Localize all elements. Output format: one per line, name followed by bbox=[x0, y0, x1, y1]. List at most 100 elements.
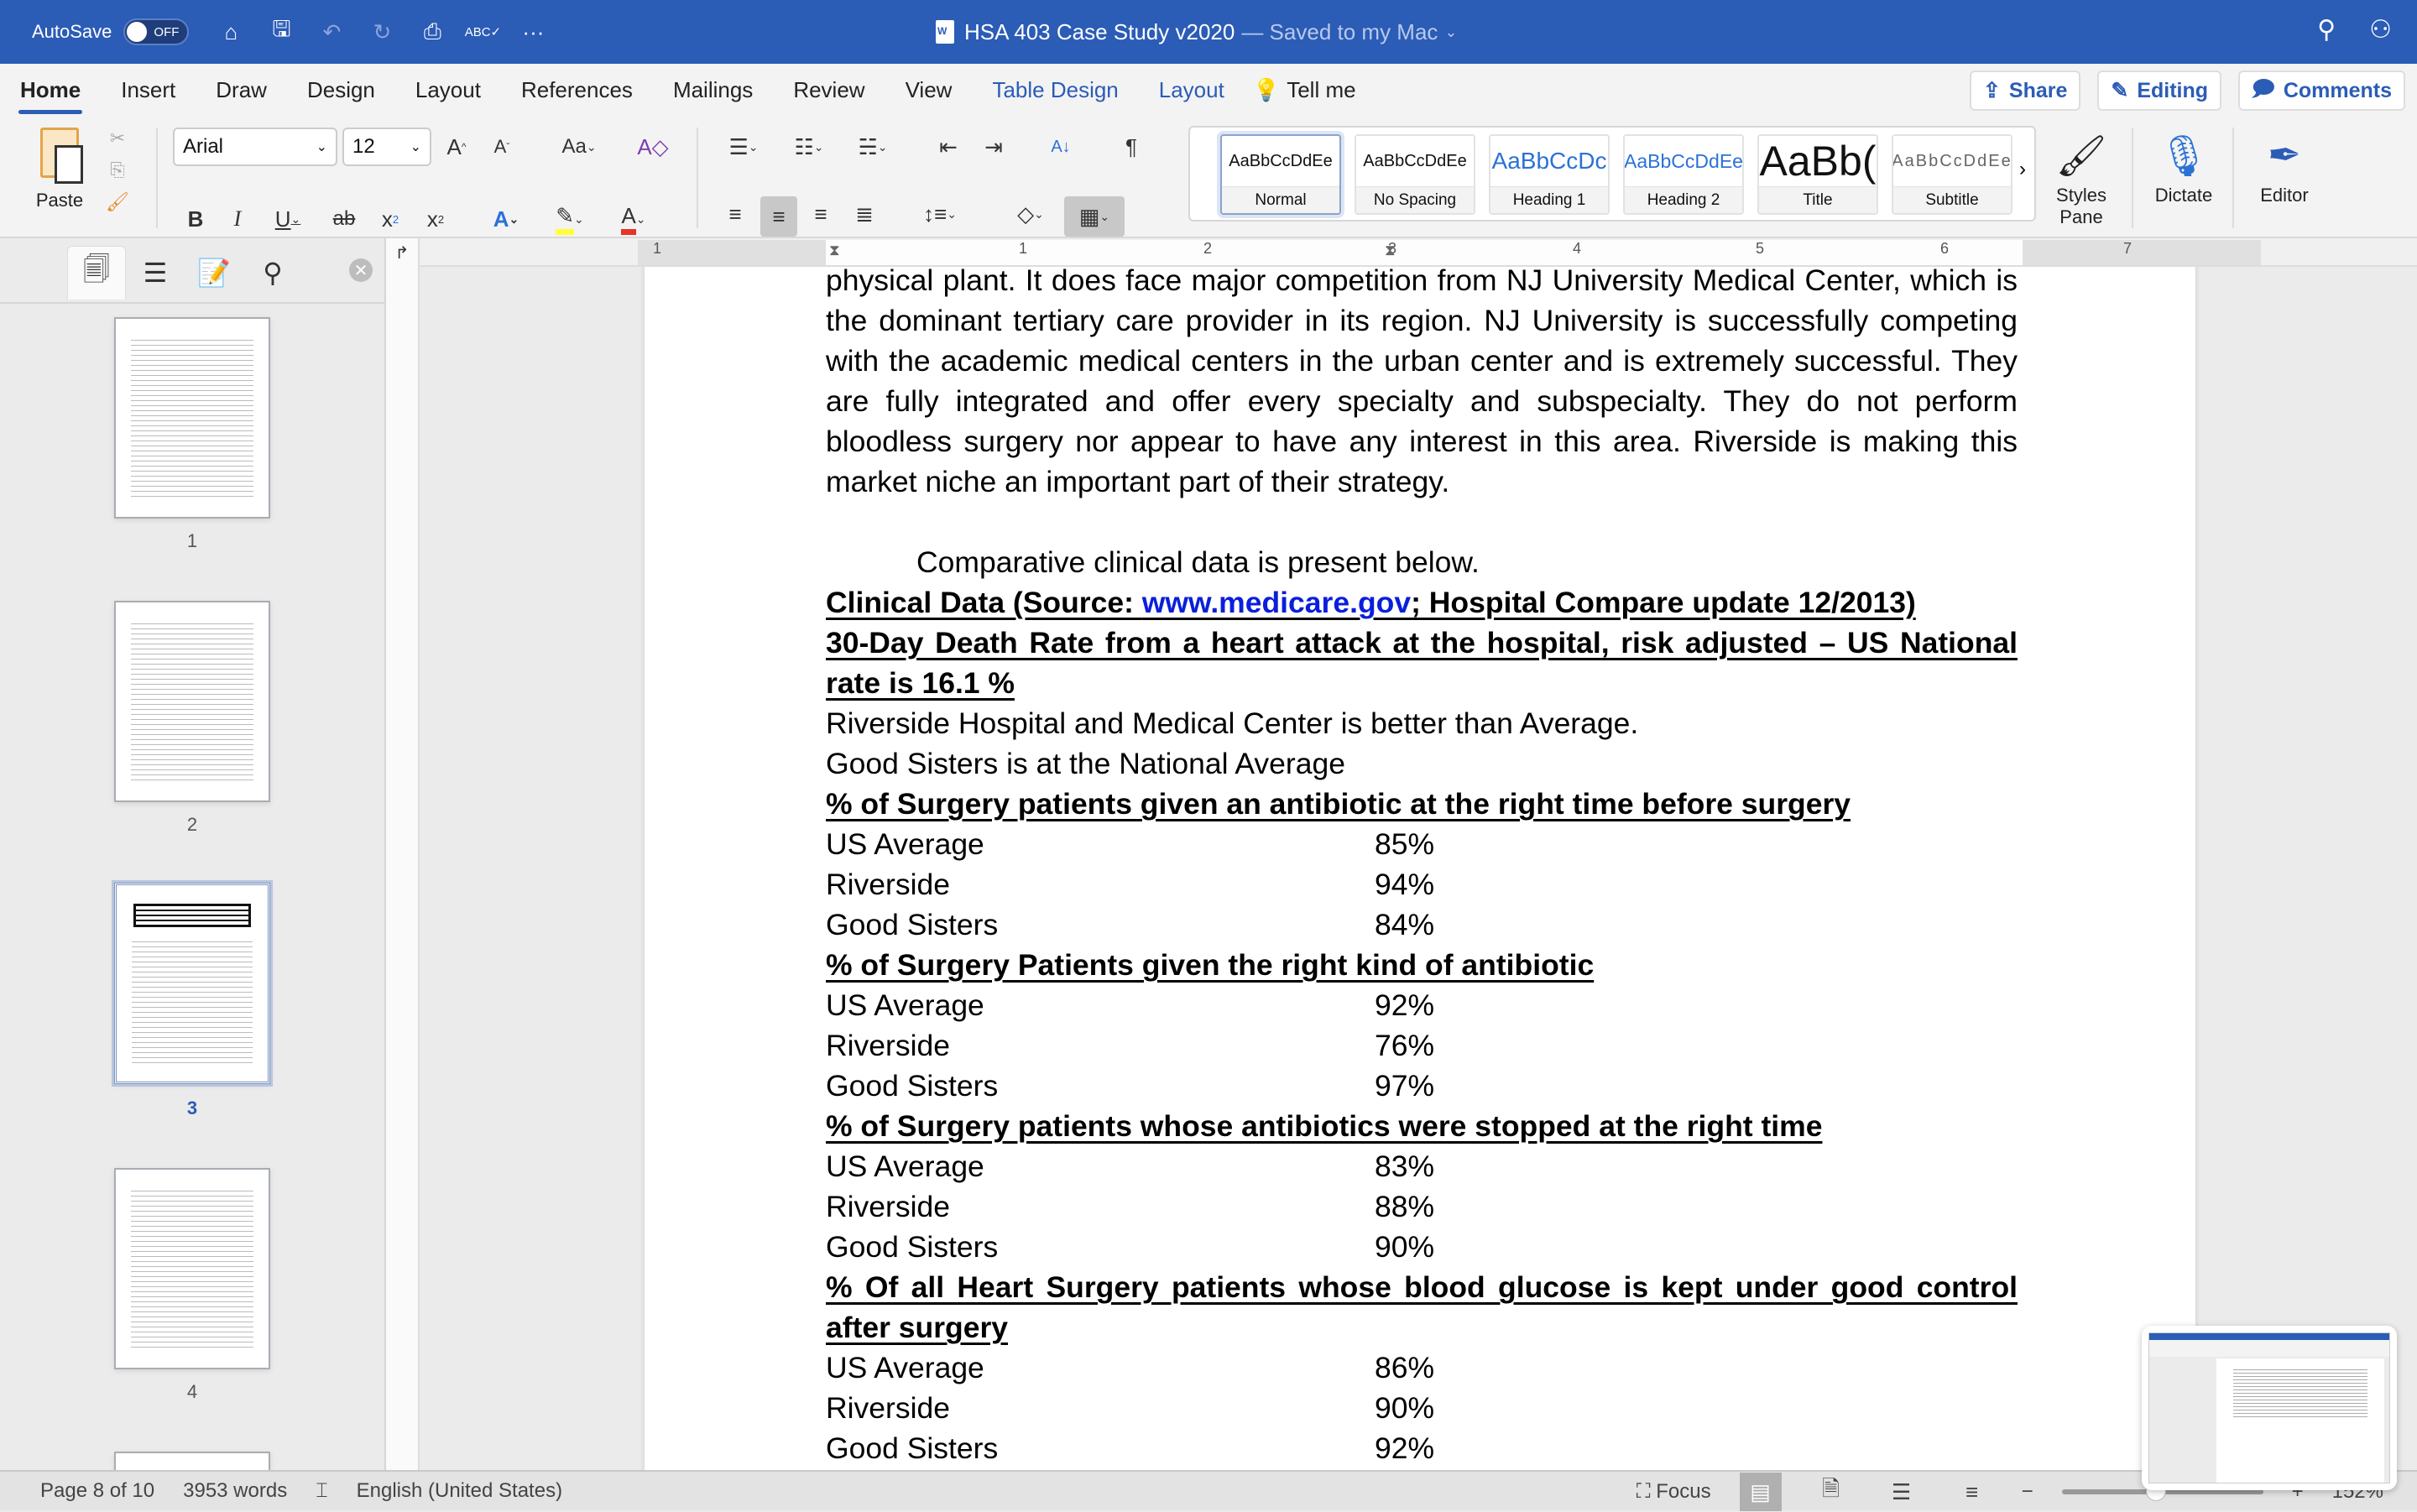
document-canvas[interactable]: physical plant. It does face major compe… bbox=[421, 267, 2417, 1470]
dictate-button[interactable]: 🎙 Dictate bbox=[2145, 126, 2222, 206]
outline-view-icon[interactable]: ☰ bbox=[1881, 1473, 1923, 1511]
copy-icon[interactable]: ⎘ bbox=[101, 159, 134, 191]
grow-font-icon[interactable]: A ^ bbox=[441, 129, 472, 164]
clear-formatting-icon[interactable]: A◇ bbox=[637, 129, 668, 164]
tab-references[interactable]: References bbox=[501, 64, 653, 116]
tell-me-search[interactable]: 💡 Tell me bbox=[1245, 77, 1356, 103]
comments-button[interactable]: 🗩 Comments bbox=[2238, 70, 2405, 111]
align-right-icon[interactable]: ≡ bbox=[804, 196, 838, 232]
print-layout-icon[interactable]: ▤ bbox=[1739, 1473, 1782, 1511]
vertical-scrollbar[interactable] bbox=[2405, 267, 2417, 1470]
focus-button[interactable]: ⛶ Focus bbox=[1637, 1480, 1711, 1504]
strikethrough-icon[interactable]: ab bbox=[329, 201, 359, 237]
bullets-icon[interactable]: ☰ ⌄ bbox=[718, 129, 769, 164]
bold-icon[interactable]: B bbox=[183, 201, 208, 237]
word-count[interactable]: 3953 words bbox=[183, 1479, 287, 1503]
page-thumbnail-2[interactable] bbox=[114, 601, 270, 802]
undo-icon[interactable]: ↶ bbox=[315, 15, 348, 49]
style-heading-2[interactable]: AaBbCcDdEe Heading 2 bbox=[1623, 134, 1744, 215]
medicare-link[interactable]: www.medicare.gov bbox=[1142, 586, 1411, 619]
tab-table-design[interactable]: Table Design bbox=[972, 64, 1138, 116]
left-indent-marker[interactable]: ⧗ bbox=[829, 242, 840, 259]
pilcrow-icon[interactable]: ¶ bbox=[1116, 129, 1146, 164]
decrease-indent-icon[interactable]: ⇤ bbox=[933, 129, 963, 164]
tab-table-layout[interactable]: Layout bbox=[1139, 64, 1245, 116]
shrink-font-icon[interactable]: Aˇ bbox=[487, 129, 517, 164]
style-subtitle[interactable]: AaBbCcDdEe Subtitle bbox=[1892, 134, 2012, 215]
document-page[interactable]: physical plant. It does face major compe… bbox=[645, 267, 2195, 1470]
align-left-icon[interactable]: ≡ bbox=[718, 196, 752, 232]
page-thumbnail-3[interactable] bbox=[112, 880, 273, 1087]
cut-icon[interactable]: ✂ bbox=[101, 128, 134, 159]
subscript-icon[interactable]: x2 bbox=[378, 201, 403, 237]
style-no-spacing[interactable]: AaBbCcDdEe No Spacing bbox=[1355, 134, 1475, 215]
font-size-select[interactable]: 12 ⌄ bbox=[342, 128, 431, 166]
sort-icon[interactable]: A↓ bbox=[1046, 129, 1076, 164]
search-icon[interactable]: ⚲ bbox=[243, 246, 302, 300]
chevron-right-icon[interactable]: › bbox=[2019, 158, 2026, 181]
tab-draw[interactable]: Draw bbox=[196, 64, 287, 116]
multilevel-list-icon[interactable]: ☵ ⌄ bbox=[848, 129, 898, 164]
headings-tab-icon[interactable]: ☰ bbox=[126, 246, 185, 300]
paste-button[interactable]: Paste bbox=[22, 124, 97, 247]
editor-button[interactable]: ✒ Editor bbox=[2246, 126, 2323, 206]
justify-icon[interactable]: ≣ bbox=[848, 196, 881, 232]
tab-review[interactable]: Review bbox=[773, 64, 885, 116]
search-icon[interactable]: ⚲ bbox=[2317, 15, 2336, 44]
format-painter-icon[interactable]: 🖌 bbox=[101, 191, 134, 223]
horizontal-ruler[interactable]: ↱ 1 1 2 3 4 5 6 7 ⧗ ⧗ bbox=[386, 238, 2417, 267]
style-heading-1[interactable]: AaBbCcDc Heading 1 bbox=[1489, 134, 1610, 215]
tab-view[interactable]: View bbox=[885, 64, 973, 116]
increase-indent-icon[interactable]: ⇥ bbox=[979, 129, 1009, 164]
document-title[interactable]: HSA 403 Case Study v2020 — Saved to my M… bbox=[936, 0, 1458, 64]
tab-layout[interactable]: Layout bbox=[395, 64, 501, 116]
right-indent-marker[interactable]: ⧗ bbox=[1385, 242, 1396, 259]
web-layout-icon[interactable]: 🗎 bbox=[1810, 1473, 1852, 1511]
spelling-icon[interactable]: ABC✓ bbox=[465, 15, 501, 49]
home-icon[interactable]: ⌂ bbox=[214, 15, 248, 49]
style-normal[interactable]: AaBbCcDdEe Normal bbox=[1220, 134, 1341, 215]
styles-pane-button[interactable]: 🖌 Styles Pane bbox=[2048, 126, 2115, 228]
highlight-icon[interactable]: ✎ ⌄ bbox=[549, 201, 591, 237]
line-spacing-icon[interactable]: ↕≡ ⌄ bbox=[915, 196, 965, 232]
editing-button[interactable]: ✎ Editing bbox=[2097, 70, 2222, 111]
share-button[interactable]: ⇪ Share bbox=[1969, 70, 2081, 111]
preview-content bbox=[2148, 1332, 2390, 1483]
tab-stop-selector-icon[interactable]: ↱ bbox=[386, 238, 420, 267]
font-name-select[interactable]: Arial ⌄ bbox=[173, 128, 337, 166]
shading-icon[interactable]: ◇ ⌄ bbox=[1005, 196, 1056, 232]
document-body[interactable]: physical plant. It does face major compe… bbox=[826, 267, 2018, 1468]
italic-icon[interactable]: I bbox=[225, 201, 250, 237]
page-thumbnail-1[interactable] bbox=[114, 317, 270, 519]
proofing-icon[interactable]: ⌶ bbox=[316, 1479, 327, 1503]
align-center-icon[interactable]: ≡ bbox=[760, 196, 797, 237]
measure-row: Good Sisters 84% bbox=[826, 905, 2018, 945]
zoom-out-icon[interactable]: − bbox=[2022, 1480, 2033, 1504]
print-icon[interactable]: ⎙ bbox=[415, 15, 449, 49]
superscript-icon[interactable]: x2 bbox=[423, 201, 448, 237]
more-icon[interactable]: ··· bbox=[516, 15, 550, 49]
numbering-icon[interactable]: ☷ ⌄ bbox=[784, 129, 834, 164]
underline-icon[interactable]: U ⌄ bbox=[267, 201, 309, 237]
window-preview-thumbnail[interactable] bbox=[2142, 1326, 2397, 1490]
page-thumbnail-4[interactable] bbox=[114, 1168, 270, 1369]
language[interactable]: English (United States) bbox=[357, 1479, 562, 1503]
save-icon[interactable]: 🖫 bbox=[264, 15, 298, 49]
tab-home[interactable]: Home bbox=[0, 64, 101, 116]
autosave-toggle[interactable]: OFF bbox=[123, 18, 190, 45]
font-color-icon[interactable]: A ⌄ bbox=[613, 201, 655, 237]
style-title[interactable]: AaBb(Title bbox=[1757, 134, 1878, 215]
draft-view-icon[interactable]: ≡ bbox=[1951, 1473, 1993, 1511]
thumbnails-tab-icon[interactable]: 🗐 bbox=[67, 246, 126, 300]
document-edit-icon[interactable]: 📝 bbox=[185, 246, 243, 300]
page-count[interactable]: Page 8 of 10 bbox=[40, 1479, 154, 1503]
change-case-button[interactable]: Aa ⌄ bbox=[552, 129, 606, 164]
borders-icon[interactable]: ▦ ⌄ bbox=[1064, 196, 1125, 237]
tab-mailings[interactable]: Mailings bbox=[653, 64, 773, 116]
redo-icon[interactable]: ↻ bbox=[365, 15, 399, 49]
share-people-icon[interactable]: ⚇ bbox=[2369, 15, 2392, 44]
close-icon[interactable]: ✕ bbox=[349, 258, 373, 282]
text-effects-icon[interactable]: A ⌄ bbox=[485, 201, 527, 237]
tab-design[interactable]: Design bbox=[287, 64, 395, 116]
tab-insert[interactable]: Insert bbox=[101, 64, 196, 116]
